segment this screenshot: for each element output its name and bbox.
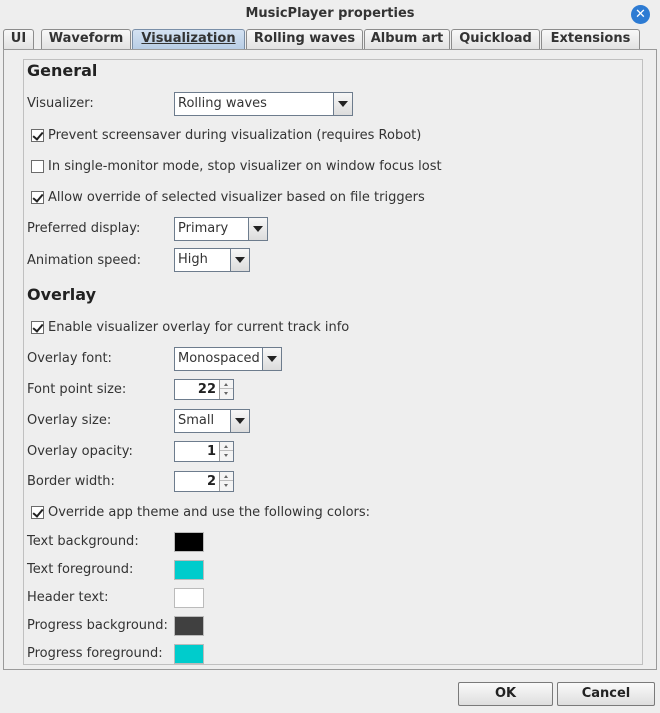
overlay-font-dropdown[interactable]: Monospaced — [174, 347, 282, 371]
visualizer-value: Rolling waves — [178, 96, 267, 111]
override-theme-label: Override app theme and use the following… — [48, 504, 371, 520]
single-monitor-checkbox[interactable]: In single-monitor mode, stop visualizer … — [31, 158, 442, 174]
text-background-swatch[interactable] — [174, 532, 204, 552]
tab-rolling-waves[interactable]: Rolling waves — [246, 29, 363, 49]
header-text-swatch[interactable] — [174, 588, 204, 608]
animation-speed-value: High — [178, 252, 208, 267]
spinner-up-icon[interactable] — [220, 442, 233, 451]
header-text-label: Header text: — [27, 590, 109, 605]
preferred-display-label: Preferred display: — [27, 221, 141, 236]
chevron-down-icon[interactable] — [230, 249, 249, 271]
overlay-font-value: Monospaced — [178, 351, 260, 366]
spinner-arrows — [219, 472, 233, 491]
tab-extensions[interactable]: Extensions — [541, 29, 640, 49]
title-bar: MusicPlayer properties ✕ — [0, 0, 660, 29]
progress-foreground-swatch[interactable] — [174, 644, 204, 664]
checkbox-icon[interactable] — [31, 190, 44, 204]
chevron-down-icon[interactable] — [333, 93, 352, 115]
cancel-button[interactable]: Cancel — [557, 682, 655, 706]
override-theme-checkbox[interactable]: Override app theme and use the following… — [31, 504, 370, 520]
allow-override-label: Allow override of selected visualizer ba… — [48, 189, 425, 205]
enable-overlay-checkbox[interactable]: Enable visualizer overlay for current tr… — [31, 319, 349, 335]
spinner-down-icon[interactable] — [220, 481, 233, 490]
overlay-opacity-label: Overlay opacity: — [27, 444, 133, 459]
close-icon[interactable]: ✕ — [631, 5, 650, 24]
overlay-heading: Overlay — [27, 285, 96, 304]
checkbox-icon[interactable] — [31, 128, 44, 142]
prevent-screensaver-checkbox[interactable]: Prevent screensaver during visualization… — [31, 127, 421, 143]
tab-album-art[interactable]: Album art — [364, 29, 450, 49]
spinner-down-icon[interactable] — [220, 389, 233, 398]
preferred-display-value: Primary — [178, 221, 229, 236]
text-foreground-label: Text foreground: — [27, 562, 134, 577]
overlay-size-value: Small — [178, 413, 215, 428]
font-point-size-value: 22 — [197, 382, 216, 397]
tab-bar: UI Waveform Visualization Rolling waves … — [3, 29, 657, 49]
checkbox-icon[interactable] — [31, 505, 44, 519]
spinner-up-icon[interactable] — [220, 380, 233, 389]
general-heading: General — [27, 61, 98, 80]
spinner-arrows — [219, 380, 233, 399]
font-point-size-label: Font point size: — [27, 382, 127, 397]
tab-waveform[interactable]: Waveform — [41, 29, 131, 49]
enable-overlay-label: Enable visualizer overlay for current tr… — [48, 319, 350, 335]
spinner-up-icon[interactable] — [220, 472, 233, 481]
text-foreground-swatch[interactable] — [174, 560, 204, 580]
spinner-arrows — [219, 442, 233, 461]
overlay-size-label: Overlay size: — [27, 413, 112, 428]
ok-button[interactable]: OK — [458, 682, 553, 706]
progress-foreground-label: Progress foreground: — [27, 646, 163, 661]
single-monitor-label: In single-monitor mode, stop visualizer … — [48, 158, 442, 174]
overlay-size-dropdown[interactable]: Small — [174, 409, 250, 433]
text-background-label: Text background: — [27, 534, 139, 549]
chevron-down-icon[interactable] — [230, 410, 249, 432]
progress-background-label: Progress background: — [27, 618, 168, 633]
border-width-label: Border width: — [27, 474, 115, 489]
prevent-screensaver-label: Prevent screensaver during visualization… — [48, 127, 422, 143]
spinner-down-icon[interactable] — [220, 451, 233, 460]
overlay-opacity-spinner[interactable]: 1 — [174, 441, 234, 462]
chevron-down-icon[interactable] — [248, 218, 267, 240]
window-title: MusicPlayer properties — [245, 6, 415, 21]
preferred-display-dropdown[interactable]: Primary — [174, 217, 268, 241]
progress-background-swatch[interactable] — [174, 616, 204, 636]
visualizer-dropdown[interactable]: Rolling waves — [174, 92, 353, 116]
border-width-value: 2 — [206, 474, 216, 489]
animation-speed-label: Animation speed: — [27, 253, 142, 268]
animation-speed-dropdown[interactable]: High — [174, 248, 250, 272]
checkbox-icon[interactable] — [31, 320, 44, 334]
checkbox-icon[interactable] — [31, 159, 44, 173]
allow-override-checkbox[interactable]: Allow override of selected visualizer ba… — [31, 189, 425, 205]
tab-quickload[interactable]: Quickload — [451, 29, 540, 49]
tab-visualization[interactable]: Visualization — [132, 29, 245, 49]
tab-ui[interactable]: UI — [3, 29, 34, 49]
overlay-opacity-value: 1 — [206, 444, 216, 459]
visualizer-label: Visualizer: — [27, 96, 94, 111]
chevron-down-icon[interactable] — [262, 348, 281, 370]
border-width-spinner[interactable]: 2 — [174, 471, 234, 492]
font-point-size-spinner[interactable]: 22 — [174, 379, 234, 400]
overlay-font-label: Overlay font: — [27, 351, 112, 366]
